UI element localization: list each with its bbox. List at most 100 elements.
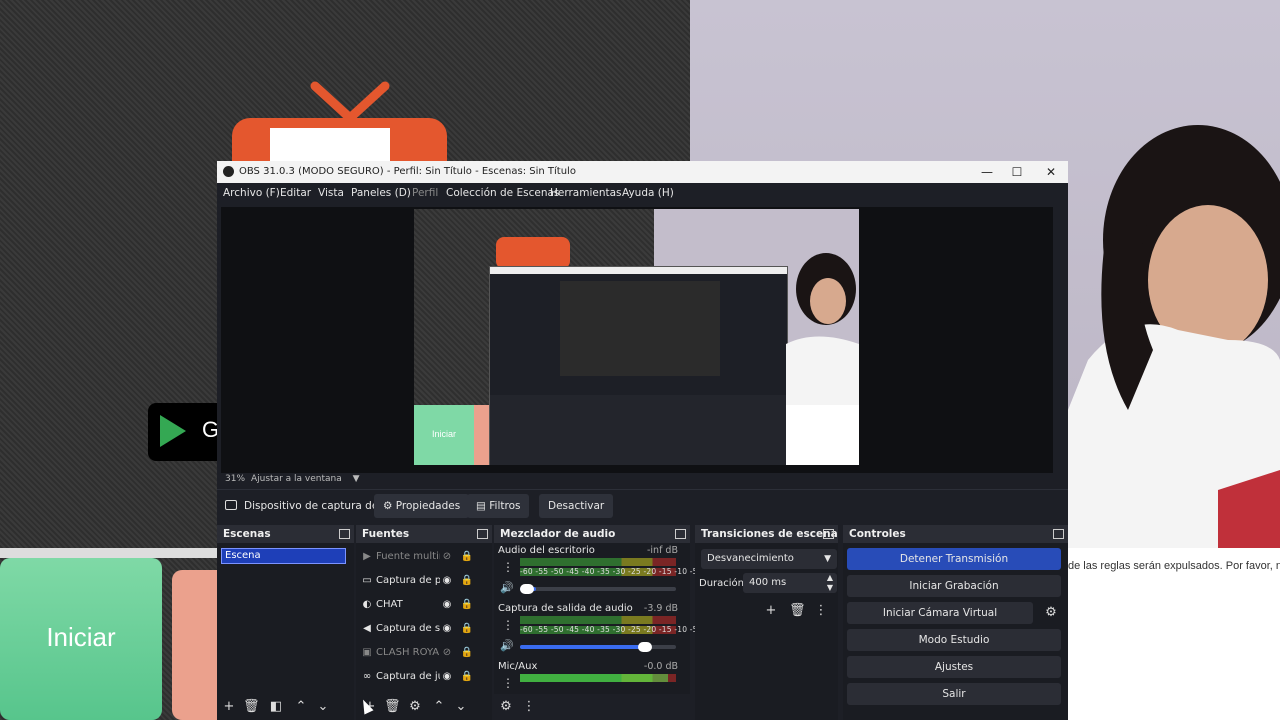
- move-up-button[interactable]: ⌃: [431, 699, 447, 715]
- properties-button[interactable]: ⚙ Propiedades: [374, 494, 470, 518]
- eye-hidden-icon[interactable]: ⊘: [440, 644, 454, 662]
- popout-icon[interactable]: [1053, 529, 1064, 539]
- exit-button[interactable]: Salir: [847, 683, 1061, 705]
- menu-herramientas[interactable]: Herramientas: [550, 187, 622, 199]
- eye-icon[interactable]: ◉: [440, 572, 454, 590]
- move-down-button[interactable]: ⌄: [315, 699, 331, 715]
- source-item[interactable]: ▣ CLASH ROYAL ⊘ 🔒: [360, 644, 480, 662]
- overlay-strip: [0, 548, 230, 558]
- advanced-audio-settings-icon[interactable]: ⚙: [498, 699, 514, 715]
- mixer-toolbar: ⚙ ⋮: [494, 694, 690, 720]
- channel-name: Mic/Aux: [498, 661, 538, 672]
- minimize-button[interactable]: —: [972, 163, 1002, 181]
- controls-dock: Controles Detener Transmisión Iniciar Gr…: [843, 525, 1068, 720]
- gear-icon[interactable]: ⚙: [1041, 602, 1061, 624]
- source-item[interactable]: ▭ Captura de pa ◉ 🔒: [360, 572, 480, 590]
- slider-knob[interactable]: [638, 642, 652, 652]
- eye-icon[interactable]: ◉: [440, 620, 454, 638]
- preview-frame[interactable]: Iniciar: [414, 209, 859, 465]
- menu-bar: Archivo (F) Editar Vista Paneles (D) Per…: [217, 183, 1068, 203]
- volume-slider[interactable]: [520, 584, 676, 594]
- zoom-control[interactable]: 31% Ajustar a la ventana ▼: [225, 474, 360, 484]
- nested-title-bar: [490, 267, 787, 274]
- more-options-icon[interactable]: ⋮: [502, 618, 514, 632]
- channel-db: -inf dB: [646, 545, 678, 556]
- volume-slider[interactable]: [520, 642, 676, 652]
- more-options-icon[interactable]: ⋮: [502, 676, 514, 690]
- duration-value: 400 ms: [749, 577, 787, 588]
- source-item[interactable]: ∞ Captura de ju ◉ 🔒: [360, 668, 480, 686]
- duration-input[interactable]: 400 ms ▲ ▼: [743, 573, 837, 593]
- source-item[interactable]: ◐ CHAT ◉ 🔒: [360, 596, 480, 614]
- volume-meter: [520, 616, 676, 624]
- zoom-mode-select[interactable]: Ajustar a la ventana ▼: [251, 474, 371, 484]
- menu-editar[interactable]: Editar: [280, 187, 311, 199]
- chevron-down-icon: ▼: [824, 554, 831, 564]
- scene-item[interactable]: Escena: [221, 548, 346, 564]
- filter-icon: ▤: [476, 500, 486, 512]
- settings-button[interactable]: Ajustes: [847, 656, 1061, 678]
- sources-toolbar: + 🗑 ⚙ ⌃ ⌄: [356, 694, 492, 720]
- slider-knob[interactable]: [520, 584, 534, 594]
- remove-source-button[interactable]: 🗑: [384, 699, 401, 715]
- transition-menu-icon[interactable]: ⋮: [813, 603, 829, 619]
- chevron-down-icon: ▼: [352, 474, 360, 484]
- scenes-dock-header: Escenas: [217, 525, 354, 543]
- move-down-button[interactable]: ⌄: [453, 699, 469, 715]
- source-name: Fuente multin: [376, 551, 440, 562]
- filters-button[interactable]: ▤ Filtros: [467, 494, 530, 518]
- more-options-icon[interactable]: ⋮: [502, 560, 514, 574]
- menu-vista[interactable]: Vista: [318, 187, 344, 199]
- menu-archivo[interactable]: Archivo (F): [223, 187, 280, 199]
- popout-icon[interactable]: [339, 529, 350, 539]
- source-item[interactable]: ◀ Captura de sa ◉ 🔒: [360, 620, 480, 638]
- start-virtual-camera-button[interactable]: Iniciar Cámara Virtual: [847, 602, 1033, 624]
- controls-body: Detener Transmisión Iniciar Grabación In…: [843, 543, 1068, 720]
- nested-obs-window: [489, 266, 788, 465]
- source-name: Captura de ju: [376, 671, 440, 682]
- speaker-icon[interactable]: 🔊: [500, 639, 514, 652]
- lock-icon[interactable]: 🔒: [460, 548, 474, 566]
- mixer-menu-icon[interactable]: ⋮: [521, 699, 537, 715]
- remove-transition-button[interactable]: 🗑: [789, 603, 806, 619]
- lock-icon[interactable]: 🔒: [460, 668, 474, 686]
- remove-scene-button[interactable]: 🗑: [243, 699, 260, 715]
- eye-hidden-icon[interactable]: ⊘: [440, 548, 454, 566]
- gear-icon: ⚙: [383, 500, 393, 512]
- start-recording-button[interactable]: Iniciar Grabación: [847, 575, 1061, 597]
- start-card: Iniciar: [0, 558, 162, 720]
- camera-icon: [225, 500, 237, 510]
- lock-icon[interactable]: 🔒: [460, 620, 474, 638]
- lock-icon[interactable]: 🔒: [460, 596, 474, 614]
- popout-icon[interactable]: [675, 529, 686, 539]
- lock-icon[interactable]: 🔒: [460, 644, 474, 662]
- move-up-button[interactable]: ⌃: [293, 699, 309, 715]
- nested-preview: [560, 281, 720, 376]
- close-button[interactable]: ✕: [1036, 163, 1066, 181]
- menu-perfil[interactable]: Perfil: [412, 187, 438, 199]
- source-item[interactable]: ▶ Fuente multin ⊘ 🔒: [360, 548, 480, 566]
- lock-icon[interactable]: 🔒: [460, 572, 474, 590]
- popout-icon[interactable]: [823, 529, 834, 539]
- maximize-button[interactable]: ☐: [1002, 163, 1032, 181]
- speaker-icon[interactable]: 🔊: [500, 581, 514, 594]
- stop-streaming-button[interactable]: Detener Transmisión: [847, 548, 1061, 570]
- deactivate-button[interactable]: Desactivar: [539, 494, 614, 518]
- scene-filters-button[interactable]: ◧: [268, 699, 284, 715]
- tv-antenna-icon: [310, 81, 390, 125]
- popout-icon[interactable]: [477, 529, 488, 539]
- eye-icon[interactable]: ◉: [440, 668, 454, 686]
- chat-message: de las reglas serán expulsados. Por favo…: [1068, 560, 1280, 572]
- menu-coleccion-escenas[interactable]: Colección de Escenas: [446, 187, 559, 199]
- transition-select[interactable]: Desvanecimiento ▼: [701, 549, 837, 569]
- studio-mode-button[interactable]: Modo Estudio: [847, 629, 1061, 651]
- eye-icon[interactable]: ◉: [440, 596, 454, 614]
- sources-title: Fuentes: [362, 528, 410, 540]
- menu-ayuda[interactable]: Ayuda (H): [622, 187, 674, 199]
- add-transition-button[interactable]: +: [763, 603, 779, 619]
- menu-paneles[interactable]: Paneles (D): [351, 187, 411, 199]
- transitions-body: Desvanecimiento ▼ Duración 400 ms ▲ ▼ + 🗑 ⋮: [695, 543, 838, 720]
- source-properties-button[interactable]: ⚙: [407, 699, 423, 715]
- add-scene-button[interactable]: +: [221, 699, 237, 715]
- spinner-icon[interactable]: ▲ ▼: [827, 573, 833, 593]
